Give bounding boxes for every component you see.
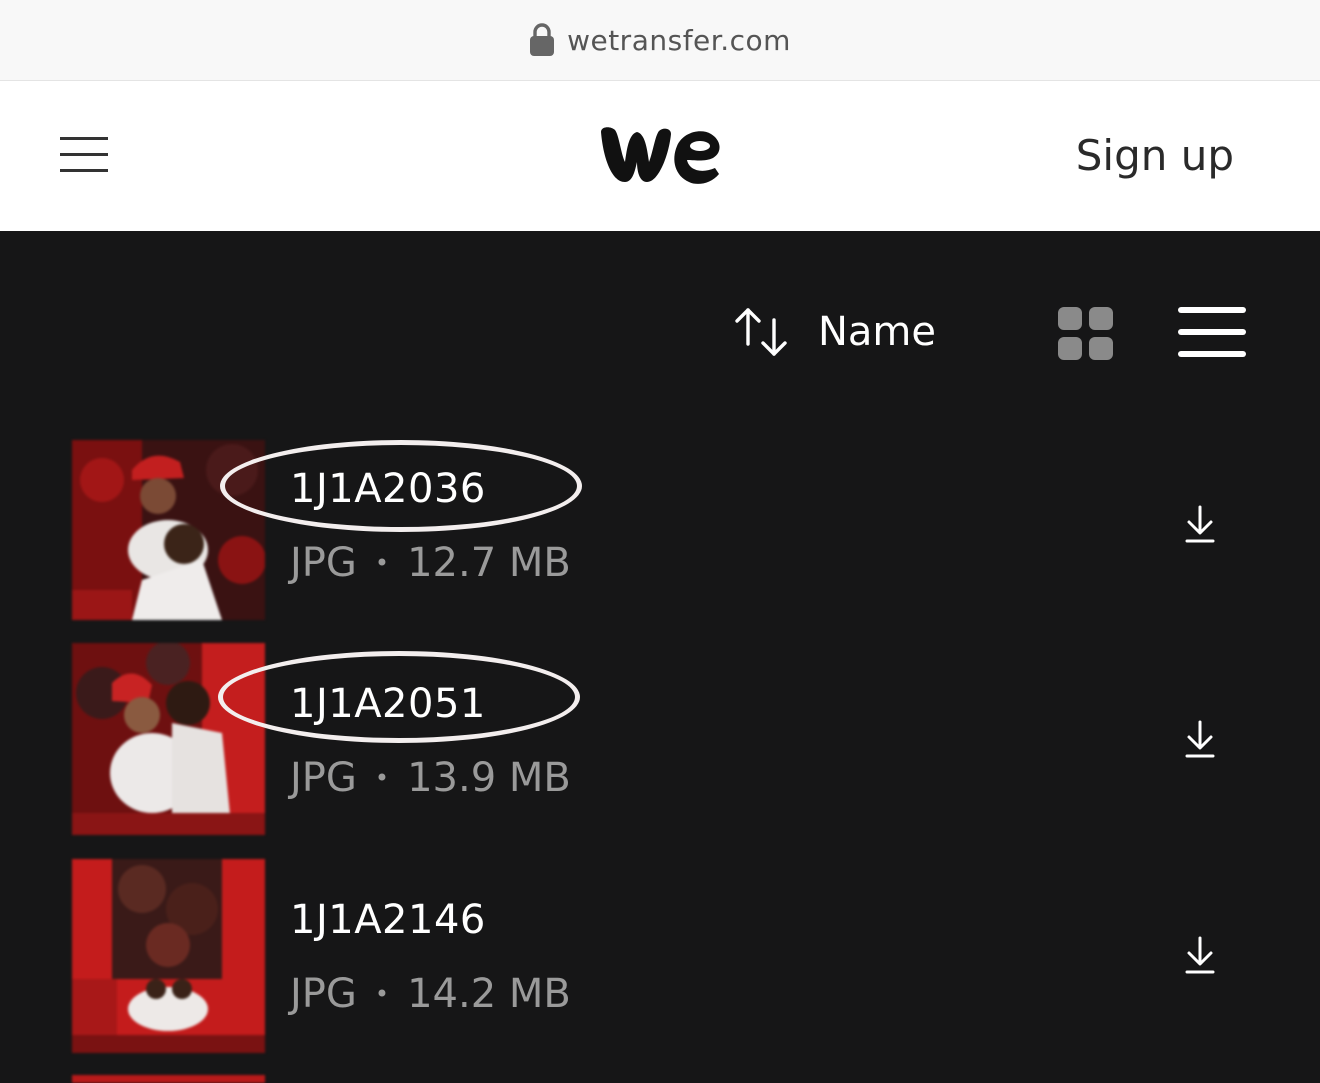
file-row[interactable]: 1J1A2146 JPG • 14.2 MB [0,859,1320,1055]
file-row[interactable]: 1J1A2051 JPG • 13.9 MB [0,643,1320,839]
file-meta: JPG • 12.7 MB [290,540,571,586]
file-browser-panel: Name 1J1A2036 JPG • 12.7 MB 1J1A2051 JPG… [0,231,1320,1083]
file-thumbnail[interactable] [72,440,265,620]
file-name[interactable]: 1J1A2051 [290,681,486,727]
file-name[interactable]: 1J1A2036 [290,466,486,512]
address-bar-content: wetransfer.com [529,23,791,57]
file-thumbnail[interactable] [72,859,265,1053]
meta-separator: • [374,549,390,577]
sign-up-link[interactable]: Sign up [1076,131,1234,180]
file-size: 13.9 MB [407,755,571,801]
wetransfer-logo[interactable] [597,124,723,188]
file-list: 1J1A2036 JPG • 12.7 MB 1J1A2051 JPG • 13… [0,231,1320,1083]
url-text: wetransfer.com [567,23,791,57]
file-thumbnail[interactable] [72,1075,265,1083]
download-icon[interactable] [1184,719,1216,759]
file-type: JPG [290,540,357,586]
meta-separator: • [374,764,390,792]
top-navigation: Sign up [0,81,1320,231]
download-icon[interactable] [1184,504,1216,544]
file-type: JPG [290,971,357,1017]
file-meta: JPG • 14.2 MB [290,971,571,1017]
file-row[interactable]: 1J1A2036 JPG • 12.7 MB [0,440,1320,636]
file-type: JPG [290,755,357,801]
browser-address-bar[interactable]: wetransfer.com [0,0,1320,81]
file-name[interactable]: 1J1A2146 [290,897,486,943]
lock-icon [530,23,555,56]
file-size: 14.2 MB [407,971,571,1017]
file-meta: JPG • 13.9 MB [290,755,571,801]
download-icon[interactable] [1184,935,1216,975]
meta-separator: • [374,980,390,1008]
file-thumbnail[interactable] [72,643,265,835]
file-size: 12.7 MB [407,540,571,586]
hamburger-menu-icon[interactable] [60,136,108,174]
